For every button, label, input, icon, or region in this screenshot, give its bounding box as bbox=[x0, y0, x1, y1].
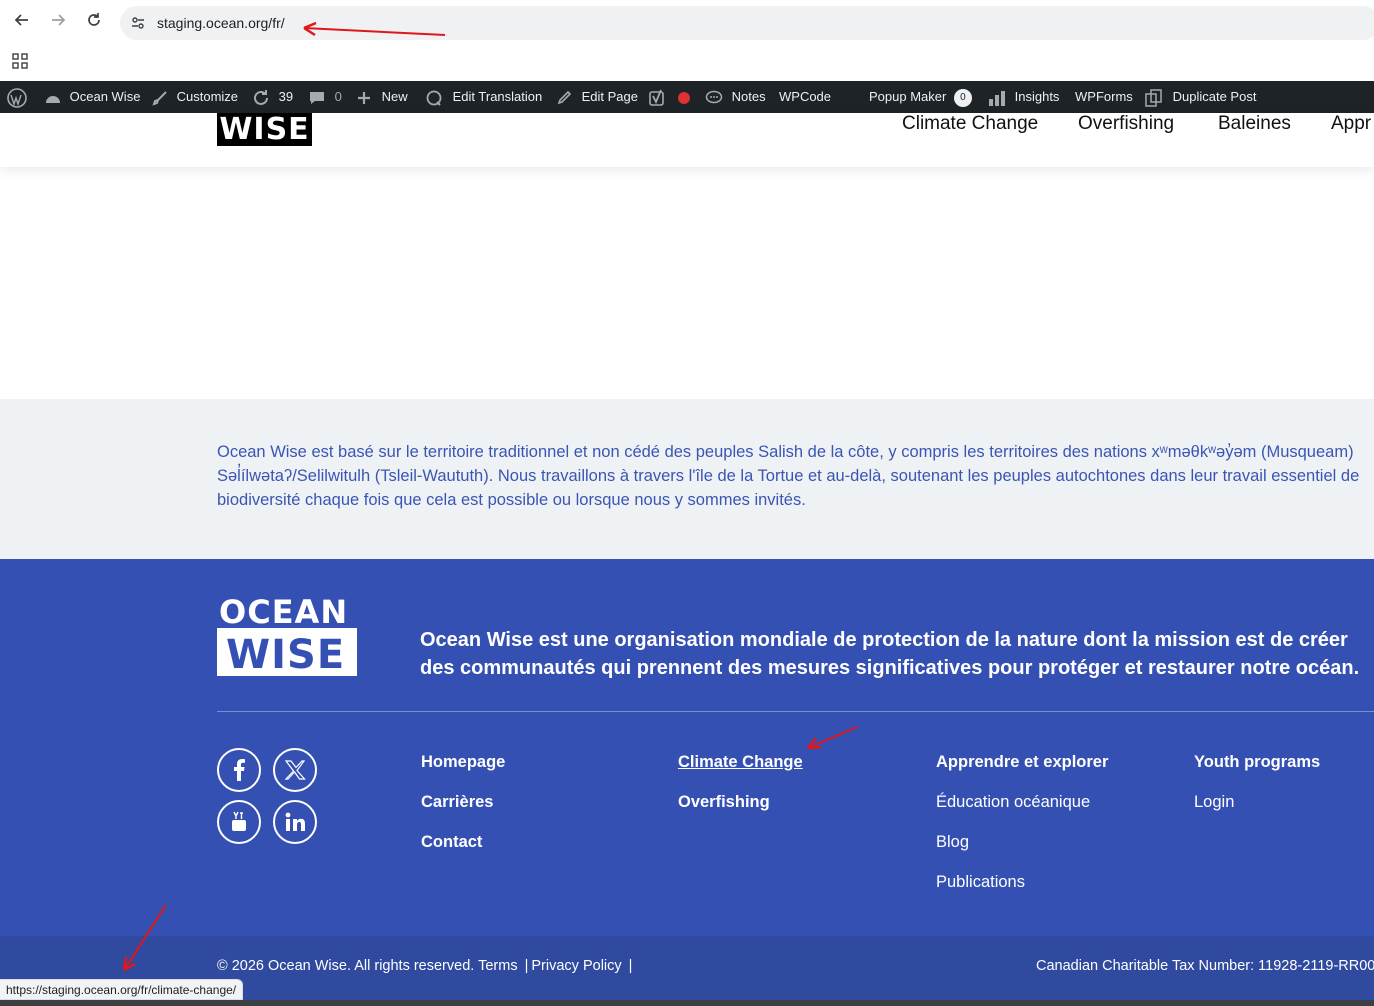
comments-link[interactable]: 0 bbox=[309, 81, 342, 113]
footer-link-education[interactable]: Éducation océanique bbox=[936, 792, 1090, 812]
footer-logo-top: OCEAN bbox=[219, 594, 348, 631]
wpcode-link[interactable]: WPCode bbox=[779, 81, 831, 113]
footer-link-contact[interactable]: Contact bbox=[421, 832, 482, 852]
updates-count: 39 bbox=[278, 89, 294, 104]
edit-page-label: Edit Page bbox=[581, 89, 638, 104]
link-hover-status: https://staging.ocean.org/fr/climate-cha… bbox=[0, 979, 244, 1000]
duplicate-icon bbox=[1145, 88, 1162, 107]
facebook-link[interactable] bbox=[217, 748, 261, 792]
footer-link-publications[interactable]: Publications bbox=[936, 872, 1025, 892]
apps-grid-icon[interactable] bbox=[12, 53, 28, 69]
customize-label: Customize bbox=[176, 89, 239, 104]
copyright-left: © 2026 Ocean Wise. All rights reserved. … bbox=[217, 958, 635, 974]
updates-icon bbox=[254, 89, 268, 105]
youtube-link[interactable] bbox=[217, 800, 261, 844]
land-line-1: Ocean Wise est basé sur le territoire tr… bbox=[217, 443, 1354, 461]
youtube-icon bbox=[232, 811, 246, 831]
x-twitter-link[interactable] bbox=[273, 748, 317, 792]
forward-arrow-icon[interactable] bbox=[47, 12, 69, 34]
edit-translation-link[interactable]: Edit Translation bbox=[425, 81, 542, 113]
edit-page-link[interactable]: Edit Page bbox=[556, 81, 638, 113]
yoast-menu[interactable] bbox=[648, 81, 668, 113]
terms-link[interactable]: Terms bbox=[478, 958, 517, 974]
dashboard-icon bbox=[46, 95, 60, 103]
land-line-2: Səl̓ílwətaʔ/Selilwitulh (Tsleil-Waututh)… bbox=[217, 467, 1360, 485]
site-name-menu[interactable]: Ocean Wise bbox=[44, 81, 140, 113]
linkedin-icon bbox=[285, 812, 305, 831]
tax-number: Canadian Charitable Tax Number: 11928-21… bbox=[1036, 958, 1374, 974]
updates-link[interactable]: 39 bbox=[252, 81, 293, 113]
plus-icon bbox=[358, 91, 370, 104]
site-logo[interactable]: WISE bbox=[217, 113, 312, 146]
footer-link-youth-programs[interactable]: Youth programs bbox=[1194, 752, 1320, 772]
nav-apprendre[interactable]: Appr bbox=[1331, 113, 1371, 135]
address-bar[interactable]: staging.ocean.org/fr/ bbox=[120, 6, 1374, 40]
wpforms-link[interactable]: WPForms bbox=[1075, 81, 1133, 113]
copyright-text: © 2026 Ocean Wise. All rights reserved. bbox=[217, 958, 475, 974]
customize-link[interactable]: Customize bbox=[152, 81, 238, 113]
popup-maker-count-badge: 0 bbox=[953, 88, 972, 107]
site-header: WISE Climate Change Overfishing Baleines… bbox=[0, 113, 1374, 167]
content-area bbox=[0, 167, 1374, 399]
notes-label: Notes bbox=[731, 89, 766, 104]
footer-logo[interactable]: OCEAN WISE bbox=[217, 594, 357, 676]
footer-link-blog[interactable]: Blog bbox=[936, 832, 969, 852]
wordpress-logo-icon[interactable] bbox=[7, 81, 27, 113]
facebook-icon bbox=[234, 759, 245, 781]
separator: | bbox=[628, 958, 633, 974]
footer-logo-bottom: WISE bbox=[226, 632, 345, 676]
footer-divider bbox=[217, 711, 1374, 712]
new-content-link[interactable]: New bbox=[357, 81, 408, 113]
brush-icon bbox=[152, 90, 167, 106]
footer-link-carrieres[interactable]: Carrières bbox=[421, 792, 493, 812]
window-bottom-edge bbox=[0, 1000, 1374, 1006]
nav-baleines[interactable]: Baleines bbox=[1218, 113, 1291, 135]
edit-translation-label: Edit Translation bbox=[452, 89, 543, 104]
footer-link-apprendre[interactable]: Apprendre et explorer bbox=[936, 752, 1108, 772]
separator: | bbox=[524, 958, 529, 974]
popup-maker-label: Popup Maker bbox=[869, 89, 947, 104]
insights-label: Insights bbox=[1014, 89, 1060, 104]
footer-link-login[interactable]: Login bbox=[1194, 792, 1234, 812]
chat-bubble-icon bbox=[705, 90, 723, 103]
wp-admin-bar: Ocean Wise Customize 39 0 New Edit Trans… bbox=[0, 81, 1374, 113]
footer-link-homepage[interactable]: Homepage bbox=[421, 752, 505, 772]
popup-maker-link[interactable]: Popup Maker 0 bbox=[869, 81, 972, 113]
nav-climate-change[interactable]: Climate Change bbox=[902, 113, 1038, 135]
new-label: New bbox=[381, 89, 408, 104]
browser-toolbar: staging.ocean.org/fr/ bbox=[0, 0, 1374, 47]
x-icon bbox=[284, 760, 306, 780]
bar-chart-icon bbox=[989, 90, 1005, 106]
notes-link[interactable]: Notes bbox=[705, 81, 766, 113]
land-acknowledgement: Ocean Wise est basé sur le territoire tr… bbox=[0, 399, 1374, 559]
nav-overfishing[interactable]: Overfishing bbox=[1078, 113, 1174, 135]
comments-count: 0 bbox=[334, 89, 342, 104]
duplicate-post-label: Duplicate Post bbox=[1172, 89, 1257, 104]
land-acknowledgement-text: Ocean Wise est basé sur le territoire tr… bbox=[217, 440, 1374, 512]
comment-icon bbox=[310, 91, 324, 104]
reload-icon[interactable] bbox=[83, 12, 105, 34]
footer-mission: Ocean Wise est une organisation mondiale… bbox=[420, 629, 1360, 679]
url-text[interactable]: staging.ocean.org/fr/ bbox=[157, 15, 285, 31]
translation-icon bbox=[426, 90, 442, 106]
seo-status-indicator bbox=[678, 81, 690, 113]
linkedin-link[interactable] bbox=[273, 800, 317, 844]
land-line-3: biodiversité chaque fois que cela est po… bbox=[217, 491, 806, 509]
bookmarks-bar bbox=[0, 47, 1374, 81]
site-name-label: Ocean Wise bbox=[69, 89, 141, 104]
privacy-policy-link[interactable]: Privacy Policy bbox=[531, 958, 621, 974]
site-info-icon[interactable] bbox=[130, 15, 146, 31]
footer-link-climate-change[interactable]: Climate Change bbox=[678, 752, 803, 772]
site-footer: OCEAN WISE Ocean Wise est une organisati… bbox=[0, 559, 1374, 936]
pencil-icon bbox=[557, 90, 572, 104]
yoast-icon bbox=[649, 89, 664, 106]
insights-link[interactable]: Insights bbox=[988, 81, 1059, 113]
red-dot-icon bbox=[678, 91, 690, 104]
wpforms-label: WPForms bbox=[1075, 89, 1133, 104]
footer-link-overfishing[interactable]: Overfishing bbox=[678, 792, 770, 812]
wpcode-label: WPCode bbox=[779, 89, 832, 104]
back-arrow-icon[interactable] bbox=[11, 12, 33, 34]
duplicate-post-link[interactable]: Duplicate Post bbox=[1144, 81, 1256, 113]
